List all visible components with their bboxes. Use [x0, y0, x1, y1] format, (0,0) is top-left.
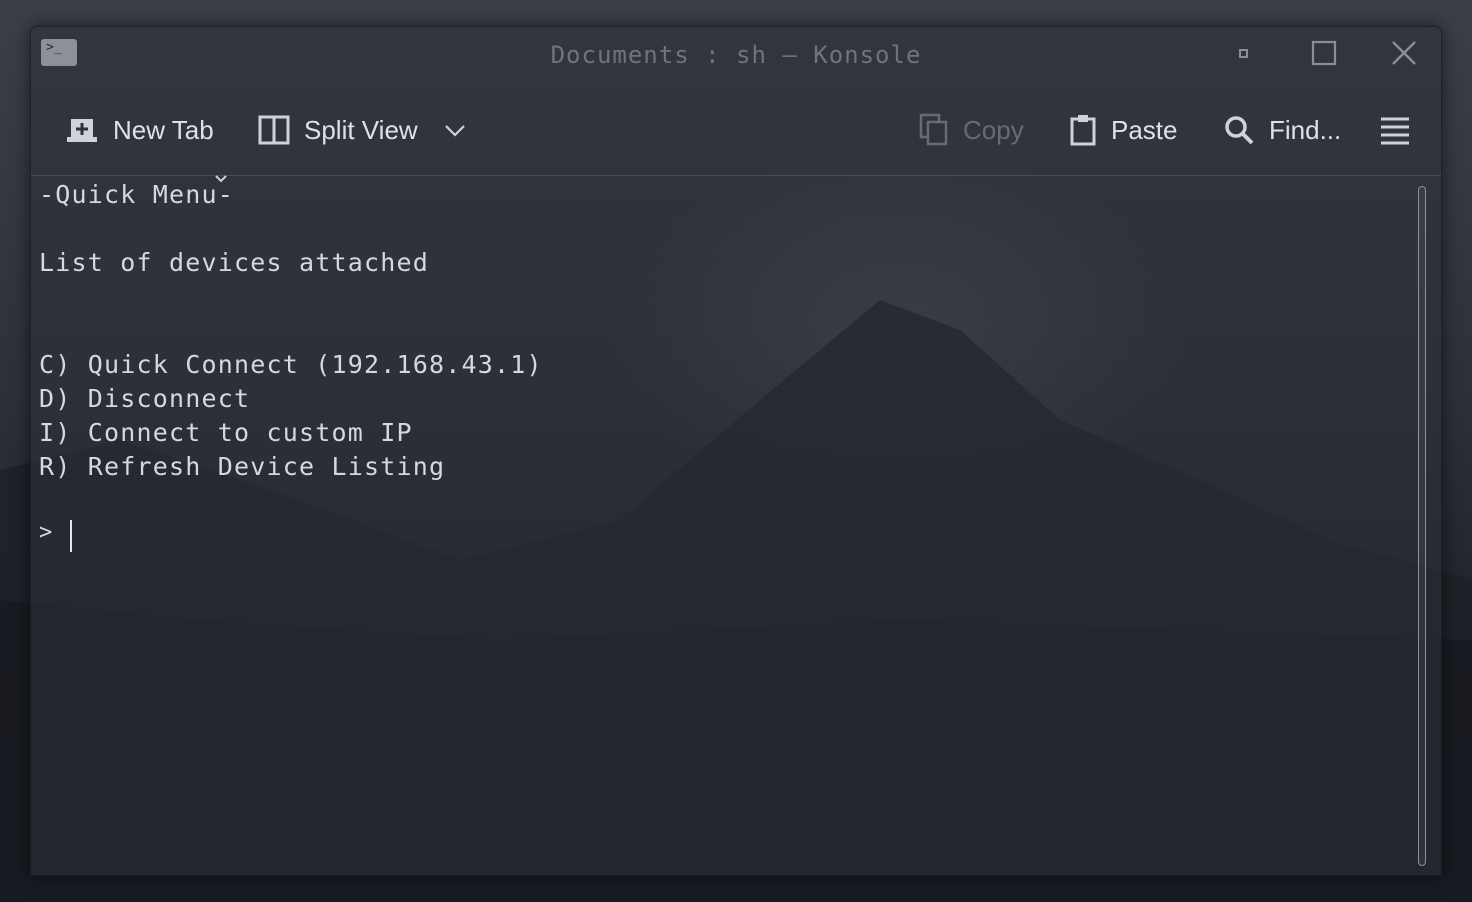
find-button[interactable]: Find...: [1223, 113, 1341, 147]
scrollbar-handle[interactable]: [1418, 186, 1426, 866]
copy-label: Copy: [963, 114, 1024, 145]
toolbar: New Tab Split View Copy Paste Find...: [31, 83, 1441, 183]
find-label: Find...: [1269, 114, 1342, 145]
paste-label: Paste: [1111, 114, 1178, 145]
copy-button[interactable]: Copy: [919, 113, 1024, 147]
split-view-label: Split View: [304, 114, 418, 145]
new-tab-button[interactable]: New Tab: [65, 113, 214, 147]
scrollbar-track[interactable]: [1403, 176, 1441, 875]
terminal-line-devices-heading: List of devices attached: [39, 248, 430, 277]
hamburger-menu-icon: [1381, 117, 1409, 145]
split-view-icon: [258, 115, 290, 145]
terminal-line-option-c: C) Quick Connect (192.168.43.1): [39, 350, 543, 379]
terminal-prompt: >: [39, 520, 68, 545]
paste-icon: [1070, 115, 1096, 146]
new-tab-icon: [67, 119, 97, 142]
konsole-window: >_ Documents : sh — Konsole New Tab Spli…: [30, 26, 1442, 876]
copy-icon: [919, 113, 948, 146]
chevron-down-icon: [445, 125, 465, 137]
maximize-icon[interactable]: [1309, 39, 1339, 69]
minimize-icon[interactable]: [1229, 39, 1259, 69]
desktop-background: >_ Documents : sh — Konsole New Tab Spli…: [0, 0, 1472, 902]
terminal-line-option-d: D) Disconnect: [39, 384, 251, 413]
split-view-button[interactable]: Split View: [258, 113, 418, 147]
new-tab-label: New Tab: [113, 114, 214, 145]
split-view-dropdown[interactable]: [443, 113, 467, 147]
text-cursor: [70, 520, 72, 552]
close-icon[interactable]: [1389, 39, 1419, 69]
terminal-output[interactable]: -Quick Menu- List of devices attached C)…: [31, 176, 1403, 875]
terminal-line-option-i: I) Connect to custom IP: [39, 418, 413, 447]
paste-button[interactable]: Paste: [1069, 113, 1178, 147]
terminal-line-menu-heading: -Quick Menu-: [39, 180, 235, 209]
terminal-line-option-r: R) Refresh Device Listing: [39, 452, 446, 481]
hamburger-menu-button[interactable]: [1379, 113, 1411, 147]
title-bar[interactable]: >_ Documents : sh — Konsole: [31, 27, 1441, 83]
search-icon: [1225, 116, 1254, 145]
